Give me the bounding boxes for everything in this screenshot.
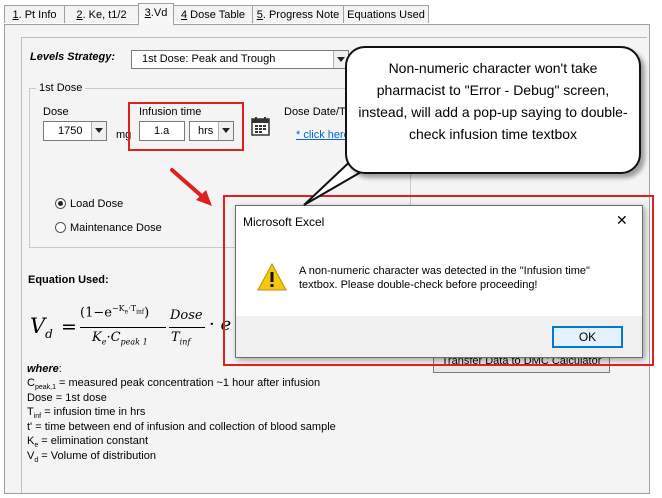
tab-dose-table[interactable]: 4 Dose Table — [173, 5, 253, 23]
maintenance-dose-radio[interactable] — [55, 222, 66, 233]
levels-strategy-label: Levels Strategy: — [30, 51, 115, 63]
infusion-time-label: Infusion time — [139, 106, 202, 118]
where-line: Dose = 1st dose — [27, 392, 107, 404]
equation-denominator: Ke·Cpeak 1 — [92, 330, 148, 347]
red-arrow-icon — [170, 168, 212, 206]
tinf-denominator: Tinf — [171, 330, 191, 347]
chevron-down-icon[interactable] — [91, 122, 106, 140]
fraction-bar-2 — [169, 327, 205, 328]
equals-sign: = — [61, 316, 77, 338]
calendar-icon[interactable] — [251, 116, 270, 136]
tab-vd[interactable]: 3.Vd — [138, 3, 174, 25]
tab-equations-used[interactable]: Equations Used — [343, 5, 429, 23]
first-dose-group-label: 1st Dose — [36, 82, 86, 94]
chevron-down-icon[interactable] — [218, 122, 233, 140]
where-label: where: — [27, 363, 62, 375]
load-dose-radio[interactable] — [55, 198, 66, 209]
infusion-time-input[interactable]: 1.a — [139, 121, 185, 141]
equation-heading: Equation Used: — [28, 274, 109, 286]
dose-date-label: Dose Date/Ti — [284, 106, 348, 118]
levels-strategy-select[interactable]: 1st Dose: Peak and Trough — [131, 50, 349, 69]
dose-label: Dose — [43, 106, 69, 118]
dose-select[interactable]: 1750 — [43, 121, 107, 141]
infusion-unit-select[interactable]: hrs — [189, 121, 234, 141]
where-line: t' = time between end of infusion and co… — [27, 421, 336, 433]
dose-value: 1750 — [58, 125, 83, 137]
callout-text: Non-numeric character won't take pharmac… — [358, 60, 628, 142]
infusion-time-value: 1.a — [154, 125, 170, 137]
load-dose-label: Load Dose — [70, 198, 124, 210]
equation-lhs: Vd — [30, 314, 53, 342]
where-line: Vd = Volume of distribution — [27, 450, 156, 465]
fraction-bar-1 — [80, 327, 166, 328]
levels-strategy-value: 1st Dose: Peak and Trough — [142, 53, 276, 65]
tab-progress-note[interactable]: 5. Progress Note — [252, 5, 344, 23]
equation-numerator: (1−e−Ke·Tinf) — [80, 304, 150, 321]
tab-pt-info[interactable]: 1. Pt Info — [4, 5, 65, 23]
infusion-unit-value: hrs — [198, 125, 214, 137]
tab-ke-t12[interactable]: 2. Ke, t1/2 — [64, 5, 139, 23]
dose-numerator: Dose — [170, 308, 203, 323]
maintenance-dose-label: Maintenance Dose — [70, 222, 162, 234]
annotation-callout: Non-numeric character won't take pharmac… — [345, 46, 641, 174]
dose-date-link[interactable]: * click here — [296, 129, 350, 141]
dialog-highlight — [223, 195, 654, 366]
